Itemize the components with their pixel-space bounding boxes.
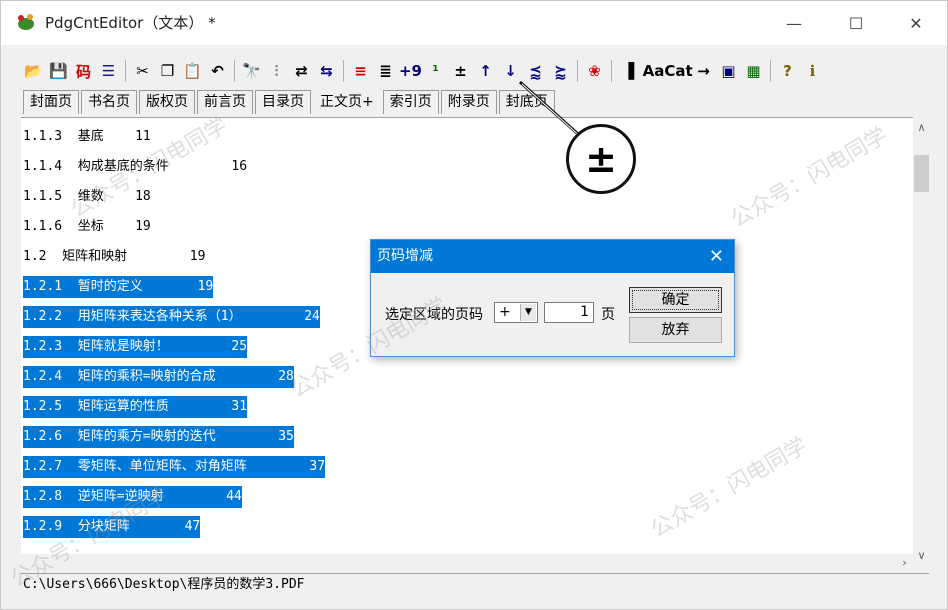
toc-line[interactable]: 1.2.1 暂时的定义 19 bbox=[23, 276, 214, 298]
window-icon[interactable]: ▣ bbox=[716, 58, 741, 84]
close-button[interactable]: ✕ bbox=[893, 1, 939, 45]
page-number-icon[interactable]: +9 bbox=[398, 58, 423, 84]
cat-icon[interactable]: Cat bbox=[664, 58, 692, 84]
toc-line[interactable]: 1.1.4 构成基底的条件 16 bbox=[23, 156, 247, 178]
dialog-title-bar: 页码增减 ✕ bbox=[371, 240, 734, 273]
toc-line[interactable]: 1.2.7 零矩阵、单位矩阵、对角矩阵 37 bbox=[23, 456, 326, 478]
indent-icon[interactable]: ≡ bbox=[348, 58, 373, 84]
maximize-icon: ☐ bbox=[848, 13, 864, 33]
toolbar-separator bbox=[234, 60, 235, 82]
tab-7[interactable]: 附录页 bbox=[440, 90, 497, 114]
split-icon[interactable]: ⪸ bbox=[548, 58, 573, 84]
outdent-icon[interactable]: ≣ bbox=[373, 58, 398, 84]
toolbar: 📂 💾 码 ☰ ✂ ❐ 📋 ↶ 🔭 ⫶ ⇄ ⇆ ≡ ≣ +9 ¹ ± ↑ ↓ ⪷ ⪸ ❀ ▐ Aa Cat → ▣ ▦? ℹ bbox=[21, 57, 825, 85]
page-amount-input[interactable]: 1 bbox=[544, 302, 594, 323]
toolbar-separator bbox=[343, 60, 344, 82]
toc-line[interactable]: 1.2.6 矩阵的乘方=映射的迭代 35 bbox=[23, 426, 294, 448]
pdf-icon[interactable]: ❀ bbox=[582, 58, 607, 84]
level-up-icon[interactable]: ↑ bbox=[473, 58, 498, 84]
merge-icon[interactable]: ⪷ bbox=[523, 58, 548, 84]
title-bar: PdgCntEditor（文本） * — ☐ ✕ bbox=[1, 1, 947, 45]
minimize-button[interactable]: — bbox=[771, 1, 817, 45]
toc-line[interactable]: 1.2.3 矩阵就是映射！ 25 bbox=[23, 336, 248, 358]
open-folder-icon[interactable]: 📂 bbox=[21, 58, 46, 84]
tab-2[interactable]: 版权页 bbox=[139, 90, 195, 114]
tab-1[interactable]: 书名页 bbox=[81, 90, 137, 114]
scroll-thumb[interactable] bbox=[914, 155, 929, 192]
tab-strip: 封面页 书名页 版权页 前言页 目录页 正文页+ 索引页 附录页 封底页 bbox=[23, 90, 557, 114]
close-icon: ✕ bbox=[909, 13, 923, 33]
tab-8[interactable]: 封底页 bbox=[498, 90, 555, 114]
find-icon[interactable]: 🔭 bbox=[239, 58, 264, 84]
help-icon[interactable]: ? bbox=[775, 58, 800, 84]
operator-value: + bbox=[499, 304, 511, 320]
scroll-up-icon[interactable]: ∧ bbox=[913, 119, 930, 136]
toc-line[interactable]: 1.1.3 基底 11 bbox=[23, 126, 151, 148]
dialog-close-icon[interactable]: ✕ bbox=[709, 240, 724, 273]
page-unit-label: 页 bbox=[601, 307, 615, 323]
toc-line[interactable]: 1.2 矩阵和映射 19 bbox=[23, 246, 205, 268]
font-icon[interactable]: Aa bbox=[641, 58, 666, 84]
dropdown-arrow-icon[interactable]: ▼ bbox=[520, 304, 536, 321]
minimize-icon: — bbox=[786, 13, 802, 33]
page-sequence-icon[interactable]: ¹ bbox=[423, 58, 448, 84]
toolbar-separator bbox=[577, 60, 578, 82]
window-title: PdgCntEditor（文本） * bbox=[45, 14, 216, 32]
toc-line[interactable]: 1.1.6 坐标 19 bbox=[23, 216, 151, 238]
info-icon[interactable]: ℹ bbox=[800, 58, 825, 84]
page-adjust-icon[interactable]: ± bbox=[448, 58, 473, 84]
save-icon[interactable]: 💾 bbox=[46, 58, 71, 84]
scroll-down-icon[interactable]: ∨ bbox=[913, 547, 930, 564]
horizontal-scrollbar[interactable]: › bbox=[21, 554, 913, 571]
level-down-icon[interactable]: ↓ bbox=[498, 58, 523, 84]
outline-icon[interactable]: ☰ bbox=[96, 58, 121, 84]
file-path: C:\Users\666\Desktop\程序员的数学3.PDF bbox=[23, 577, 305, 592]
toc-line[interactable]: 1.2.2 用矩阵来表达各种关系（1） 24 bbox=[23, 306, 320, 328]
cancel-button[interactable]: 放弃 bbox=[629, 317, 722, 343]
tab-3[interactable]: 前言页 bbox=[197, 90, 253, 114]
toolbar-separator bbox=[125, 60, 126, 82]
cut-icon[interactable]: ✂ bbox=[130, 58, 155, 84]
maximize-button[interactable]: ☐ bbox=[833, 1, 879, 45]
dialog-title: 页码增减 bbox=[377, 248, 433, 264]
menu-strip bbox=[1, 45, 947, 55]
code-icon[interactable]: 码 bbox=[71, 58, 96, 84]
toc-line[interactable]: 1.2.5 矩阵运算的性质 31 bbox=[23, 396, 248, 418]
columns-icon[interactable]: ▐ bbox=[616, 58, 641, 84]
tab-6[interactable]: 索引页 bbox=[382, 90, 439, 114]
toolbar-separator bbox=[611, 60, 612, 82]
toc-line[interactable]: 1.1.5 维数 18 bbox=[23, 186, 151, 208]
scroll-right-icon[interactable]: › bbox=[896, 554, 913, 571]
pin-icon[interactable]: → bbox=[691, 58, 716, 84]
toc-line[interactable]: 1.2.8 逆矩阵=逆映射 44 bbox=[23, 486, 242, 508]
app-icon bbox=[18, 14, 34, 30]
replace-all-icon[interactable]: ⇆ bbox=[314, 58, 339, 84]
copy-icon[interactable]: ❐ bbox=[155, 58, 180, 84]
dialog-label: 选定区域的页码 bbox=[385, 307, 483, 323]
vertical-scrollbar[interactable]: ∧ ∨ bbox=[913, 117, 930, 567]
page-adjust-dialog: 页码增减 ✕ 选定区域的页码 + ▼ 1 页 确定 放弃 bbox=[370, 239, 735, 357]
find-next-icon[interactable]: ⫶ bbox=[264, 58, 289, 84]
ok-button[interactable]: 确定 bbox=[629, 287, 722, 313]
page-adjust-callout-icon: ± bbox=[566, 124, 636, 194]
undo-icon[interactable]: ↶ bbox=[205, 58, 230, 84]
toolbar-separator bbox=[770, 60, 771, 82]
operator-select[interactable]: + ▼ bbox=[494, 302, 538, 323]
status-bar: C:\Users\666\Desktop\程序员的数学3.PDF bbox=[21, 573, 929, 595]
tab-4[interactable]: 目录页 bbox=[255, 90, 311, 114]
preview-icon[interactable]: ▦ bbox=[741, 58, 766, 84]
tab-0[interactable]: 封面页 bbox=[23, 90, 79, 114]
tab-5[interactable]: 正文页+ bbox=[313, 90, 381, 114]
paste-icon[interactable]: 📋 bbox=[180, 58, 205, 84]
replace-icon[interactable]: ⇄ bbox=[289, 58, 314, 84]
toc-line[interactable]: 1.2.9 分块矩阵 47 bbox=[23, 516, 201, 538]
toc-line[interactable]: 1.2.4 矩阵的乘积=映射的合成 28 bbox=[23, 366, 294, 388]
